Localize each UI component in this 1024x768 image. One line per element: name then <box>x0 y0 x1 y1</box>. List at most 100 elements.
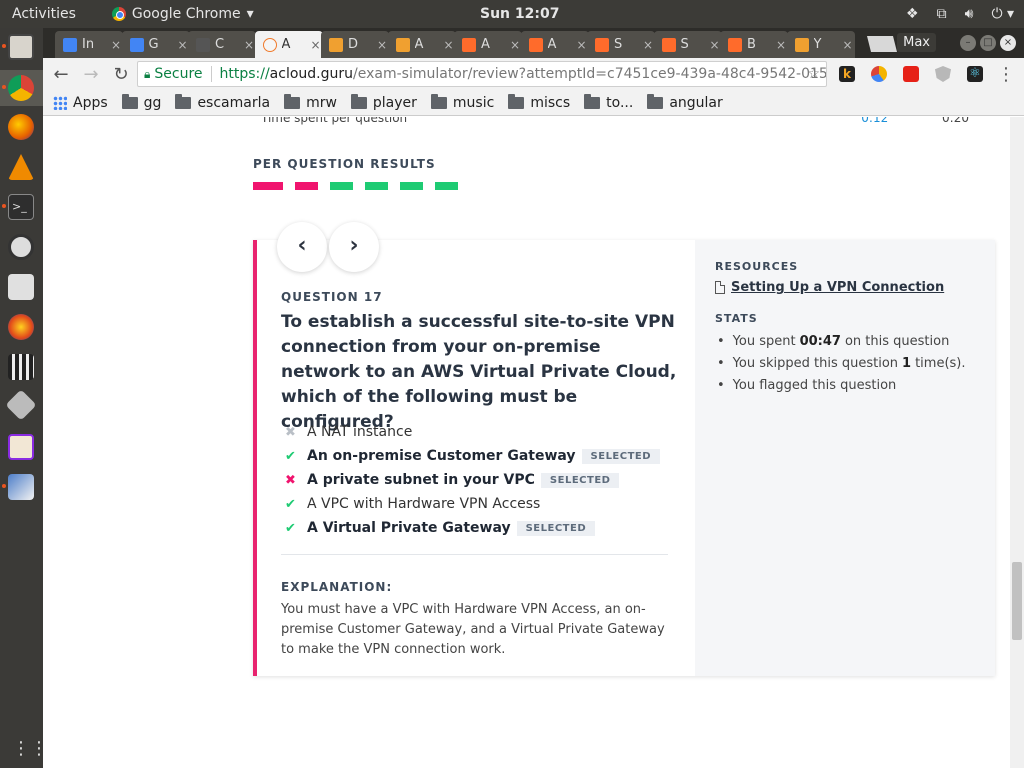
bookmark-star-icon[interactable]: ☆ <box>807 66 820 82</box>
extension-youtube-icon[interactable] <box>903 66 919 82</box>
chrome-menu-icon[interactable]: ⋮ <box>994 64 1018 85</box>
power-icon[interactable]: ⏻ ▾ <box>991 6 1014 22</box>
browser-tab[interactable]: S × <box>653 31 722 58</box>
forward-icon[interactable]: → <box>79 64 103 85</box>
image-viewer-icon[interactable] <box>8 474 34 500</box>
divider <box>281 554 668 555</box>
resource-link[interactable]: Setting Up a VPN Connection <box>715 280 944 295</box>
running-indicator <box>2 44 6 48</box>
back-icon[interactable]: ← <box>49 64 73 85</box>
bookmark-folder[interactable]: mrw <box>284 93 337 111</box>
question-result-correct[interactable] <box>330 182 353 190</box>
cross-icon: ✖ <box>285 472 296 488</box>
running-indicator <box>2 484 6 488</box>
check-icon: ✔ <box>285 520 296 536</box>
answer-text: A VPC with Hardware VPN Access <box>307 496 541 512</box>
bookmark-label: miscs <box>530 94 571 111</box>
audio-app-icon[interactable] <box>8 314 34 340</box>
question-result-incorrect[interactable] <box>295 182 318 190</box>
extension-chart-icon[interactable] <box>871 66 887 82</box>
video-editor-icon[interactable] <box>8 354 34 380</box>
clock[interactable]: Sun 12:07 <box>480 6 559 22</box>
stat-time-spent: You spent 00:47 on this question <box>715 330 966 352</box>
tab-label: C <box>215 37 225 52</box>
bookmark-folder[interactable]: music <box>430 93 494 111</box>
bookmark-folder[interactable]: to... <box>584 93 634 111</box>
browser-tab[interactable]: G × <box>121 31 190 58</box>
check-icon: ✔ <box>285 448 296 464</box>
profile-name-button[interactable]: Max <box>897 33 936 52</box>
browser-tab[interactable]: A × <box>520 31 589 58</box>
browser-tab[interactable]: A × <box>254 31 323 58</box>
system-tray[interactable]: ❖ ⧉ 🔊︎ ⏻ ▾ <box>906 6 1014 22</box>
network-icon[interactable]: ⧉ <box>937 6 947 22</box>
chrome-dock-icon[interactable] <box>8 75 34 101</box>
notes-app-icon[interactable] <box>8 434 34 460</box>
browser-tab[interactable]: B × <box>720 31 788 58</box>
browser-tab[interactable]: In × <box>55 31 123 58</box>
previous-question-button[interactable]: ‹ <box>277 222 327 272</box>
browser-tab[interactable]: A × <box>387 31 456 58</box>
browser-tab[interactable]: Y × <box>786 31 855 58</box>
launcher-dock: >_ ⋮⋮⋮ <box>0 28 66 768</box>
activities-button[interactable]: Activities <box>12 6 76 22</box>
question-result-correct[interactable] <box>400 182 423 190</box>
bookmark-folder[interactable]: escamarla <box>175 93 270 111</box>
bookmark-folder[interactable]: angular <box>647 93 723 111</box>
bookmark-label: player <box>372 94 417 111</box>
question-result-incorrect[interactable] <box>253 182 283 190</box>
tab-strip: In × G × C × A × D × A × A × A × S × S × B × Y × Max – □ × <box>43 28 1024 58</box>
bookmark-folder[interactable]: miscs <box>508 93 571 111</box>
favicon-icon <box>595 37 609 52</box>
extension-k-icon[interactable]: k <box>839 66 855 82</box>
address-bar[interactable]: 🔒︎ Secure https:// acloud.guru /exam-sim… <box>137 61 827 87</box>
reload-icon[interactable]: ↻ <box>109 64 133 85</box>
browser-tab[interactable]: D × <box>321 31 389 58</box>
time-value: 0:20 <box>942 117 969 125</box>
browser-tab[interactable]: S × <box>587 31 655 58</box>
stat-value: 00:47 <box>799 333 841 349</box>
favicon-icon <box>395 37 410 52</box>
bookmark-folder[interactable]: gg <box>121 93 161 111</box>
tab-label: S <box>614 37 623 52</box>
question-result-correct[interactable] <box>365 182 388 190</box>
tab-close-icon[interactable]: × <box>843 38 855 52</box>
installer-icon[interactable] <box>8 274 34 300</box>
maximize-icon[interactable]: □ <box>980 35 996 51</box>
dropbox-icon[interactable]: ❖ <box>906 6 919 22</box>
scrollbar[interactable] <box>1010 117 1024 768</box>
favicon-icon <box>728 37 742 52</box>
software-updater-icon[interactable] <box>8 234 34 260</box>
question-result-correct[interactable] <box>435 182 458 190</box>
tab-label: Y <box>813 37 822 52</box>
answer-text: A NAT instance <box>307 424 413 440</box>
question-sidebar: RESOURCES Setting Up a VPN Connection ST… <box>695 240 995 676</box>
new-tab-button[interactable] <box>863 34 899 54</box>
terminal-icon[interactable]: >_ <box>8 194 34 220</box>
vlc-icon[interactable] <box>8 154 34 180</box>
favicon-icon <box>462 37 476 52</box>
url-scheme: https:// <box>219 66 270 82</box>
stat-skipped: You skipped this question 1 time(s). <box>715 352 966 374</box>
close-icon[interactable]: × <box>1000 35 1016 51</box>
check-icon: ✔ <box>285 496 296 512</box>
files-icon[interactable] <box>8 34 34 60</box>
extension-react-icon[interactable]: ⚛ <box>967 66 983 82</box>
app-menu[interactable]: Google Chrome ▾ <box>111 6 254 22</box>
minimize-icon[interactable]: – <box>960 35 976 51</box>
volume-icon[interactable]: 🔊︎ <box>965 6 974 22</box>
tools-icon[interactable] <box>5 389 37 421</box>
extension-shield-icon[interactable] <box>935 66 951 82</box>
firefox-icon[interactable] <box>8 114 34 140</box>
bookmark-apps[interactable]: Apps <box>53 95 108 111</box>
bookmark-label: to... <box>606 94 634 111</box>
next-question-button[interactable]: › <box>329 222 379 272</box>
running-indicator <box>2 204 6 208</box>
browser-tab[interactable]: A × <box>454 31 522 58</box>
favicon-icon <box>329 37 343 52</box>
scrollbar-thumb[interactable] <box>1012 562 1022 640</box>
bookmark-folder[interactable]: player <box>350 93 417 111</box>
browser-tab[interactable]: C × <box>188 31 256 58</box>
resource-link-label: Setting Up a VPN Connection <box>731 280 945 295</box>
stat-flagged: You flagged this question <box>715 374 966 396</box>
